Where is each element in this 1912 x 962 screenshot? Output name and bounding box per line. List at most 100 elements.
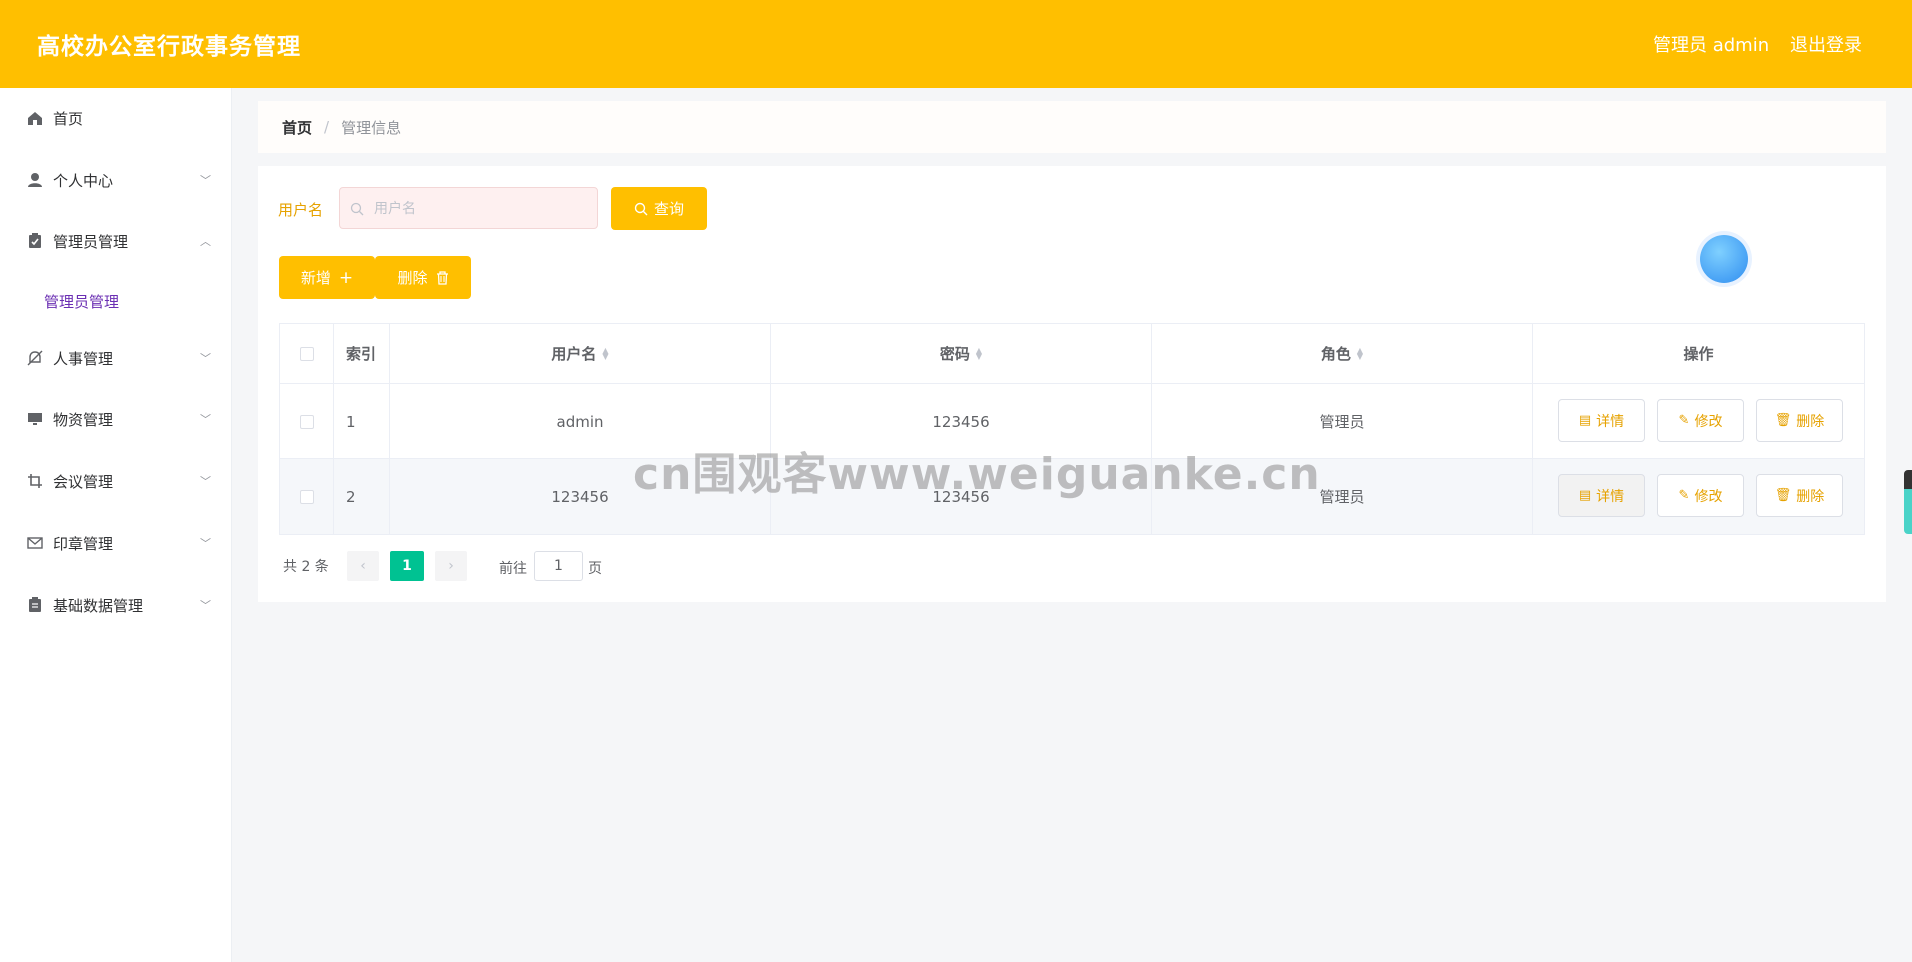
query-button-label: 查询: [653, 200, 684, 218]
detail-button[interactable]: ▤ 详情: [1558, 399, 1645, 442]
select-all-checkbox[interactable]: [299, 346, 314, 361]
column-header-password[interactable]: 密码 ▲ ▼: [771, 324, 1152, 384]
goto-page-input[interactable]: [534, 551, 583, 581]
detail-button[interactable]: ▤ 详情: [1558, 474, 1645, 517]
document-icon: ▤: [1578, 488, 1592, 503]
sidebar-item-label: 个人中心: [53, 171, 114, 190]
detail-label: 详情: [1596, 488, 1625, 505]
add-button-label: 新增: [300, 269, 331, 287]
column-header-label: 角色: [1320, 345, 1351, 363]
search-icon: [350, 201, 364, 220]
next-page-button[interactable]: ›: [435, 551, 467, 581]
trash-icon: [436, 270, 449, 285]
query-button[interactable]: 查询: [611, 187, 707, 230]
delete-label: 删除: [1796, 413, 1825, 430]
sidebar-item-label: 基础数据管理: [53, 596, 144, 615]
column-header-actions: 操作: [1533, 324, 1864, 384]
sidebar-item-personnel[interactable]: 人事管理 ﹀: [0, 338, 231, 378]
edit-icon: ✎: [1678, 488, 1690, 503]
sort-icon[interactable]: ▲ ▼: [976, 346, 982, 360]
chevron-right-icon: ›: [448, 558, 454, 574]
sidebar-item-meetings[interactable]: 会议管理 ﹀: [0, 461, 231, 501]
index-cell: 2: [334, 459, 390, 534]
home-icon: [26, 109, 44, 127]
column-header-label: 用户名: [551, 345, 597, 363]
chevron-up-icon: ︿: [200, 235, 211, 248]
chevron-down-icon: ﹀: [200, 537, 211, 550]
clipboard-check-icon: [26, 232, 44, 250]
plus-icon: +: [338, 267, 354, 288]
column-header-role[interactable]: 角色 ▲ ▼: [1152, 324, 1533, 384]
batch-delete-button[interactable]: 删除: [375, 256, 471, 299]
sidebar-item-basic-data[interactable]: 基础数据管理 ﹀: [0, 585, 231, 625]
mail-icon: [26, 534, 44, 552]
logout-button[interactable]: 退出登录: [1790, 31, 1862, 57]
chevron-down-icon: ﹀: [200, 413, 211, 426]
chevron-down-icon: ﹀: [200, 475, 211, 488]
delete-button[interactable]: 🗑 删除: [1756, 474, 1843, 517]
floating-assistant-button[interactable]: [1700, 235, 1748, 283]
sidebar-item-admin-management[interactable]: 管理员管理 ︿: [0, 221, 231, 261]
document-icon: ▤: [1578, 413, 1592, 428]
actions-cell: ▤ 详情 ✎ 修改 🗑 删除: [1533, 384, 1864, 459]
current-user-label: 管理员 admin: [1653, 35, 1770, 56]
search-label: 用户名: [278, 201, 324, 219]
sort-icon[interactable]: ▲ ▼: [1357, 346, 1363, 360]
clipboard-list-icon: [26, 596, 44, 614]
sidebar-item-supplies[interactable]: 物资管理 ﹀: [0, 399, 231, 439]
column-header-label: 密码: [939, 345, 970, 363]
top-header: 高校办公室行政事务管理 管理员 admin 退出登录: [0, 0, 1912, 88]
monitor-icon: [26, 410, 44, 428]
edit-label: 修改: [1694, 488, 1723, 505]
breadcrumb-separator: /: [324, 118, 330, 136]
sidebar-item-label: 印章管理: [53, 534, 114, 553]
sidebar-item-personal-center[interactable]: 个人中心 ﹀: [0, 160, 231, 200]
app-title: 高校办公室行政事务管理: [37, 34, 301, 60]
row-checkbox[interactable]: [299, 489, 314, 504]
trash-icon: 🗑: [1774, 488, 1792, 503]
trash-icon: 🗑: [1774, 413, 1792, 428]
edit-button[interactable]: ✎ 修改: [1657, 399, 1744, 442]
row-select-cell: [280, 459, 334, 534]
chevron-down-icon: ﹀: [200, 174, 211, 187]
page-number-button[interactable]: 1: [390, 551, 424, 581]
sidebar-item-label: 管理员管理: [53, 232, 129, 251]
admin-table: 索引 用户名 ▲ ▼ 密码 ▲ ▼ 角色 ▲ ▼ 操作 1 admin 123456 …: [279, 323, 1865, 535]
actions-cell: ▤ 详情 ✎ 修改 🗑 删除: [1533, 459, 1864, 534]
row-checkbox[interactable]: [299, 414, 314, 429]
breadcrumb-current: 管理信息: [341, 118, 402, 137]
delete-button-label: 删除: [397, 269, 428, 287]
breadcrumb-home[interactable]: 首页: [282, 117, 312, 138]
prev-page-button[interactable]: ‹: [347, 551, 379, 581]
sort-icon[interactable]: ▲ ▼: [602, 346, 608, 360]
side-scroll-widget[interactable]: [1904, 470, 1912, 534]
sidebar-item-seals[interactable]: 印章管理 ﹀: [0, 523, 231, 563]
sidebar-item-label: 物资管理: [53, 410, 114, 429]
search-input[interactable]: [372, 188, 596, 230]
sidebar-subitem-admin-management[interactable]: 管理员管理: [44, 291, 119, 312]
search-field[interactable]: [339, 187, 598, 230]
column-header-username[interactable]: 用户名 ▲ ▼: [390, 324, 771, 384]
sidebar: 首页 个人中心 ﹀ 管理员管理 ︿ 管理员管理 人事管理 ﹀ 物资管理 ﹀ 会议…: [0, 88, 232, 962]
chevron-down-icon: ﹀: [200, 599, 211, 612]
crop-icon: [26, 472, 44, 490]
chevron-left-icon: ‹: [360, 558, 366, 574]
chevron-down-icon: ﹀: [200, 352, 211, 365]
add-button[interactable]: 新增 +: [279, 256, 375, 299]
index-cell: 1: [334, 384, 390, 459]
search-icon: [634, 202, 648, 216]
goto-label: 前往: [499, 561, 527, 577]
watermark-text: cn围观客www.weiguanke.cn: [633, 449, 1321, 500]
edit-button[interactable]: ✎ 修改: [1657, 474, 1744, 517]
sidebar-item-label: 会议管理: [53, 472, 114, 491]
edit-icon: ✎: [1678, 413, 1690, 428]
row-select-cell: [280, 384, 334, 459]
sidebar-item-home[interactable]: 首页: [0, 98, 231, 138]
user-icon: [26, 171, 44, 189]
main-panel: 用户名 查询 新增 + 删除 索引 用户名 ▲▼ 密码 ▲▼: [258, 166, 1886, 602]
sidebar-item-label: 首页: [53, 109, 84, 128]
detail-label: 详情: [1596, 413, 1625, 430]
delete-button[interactable]: 🗑 删除: [1756, 399, 1843, 442]
bell-off-icon: [26, 349, 44, 367]
edit-label: 修改: [1694, 413, 1723, 430]
